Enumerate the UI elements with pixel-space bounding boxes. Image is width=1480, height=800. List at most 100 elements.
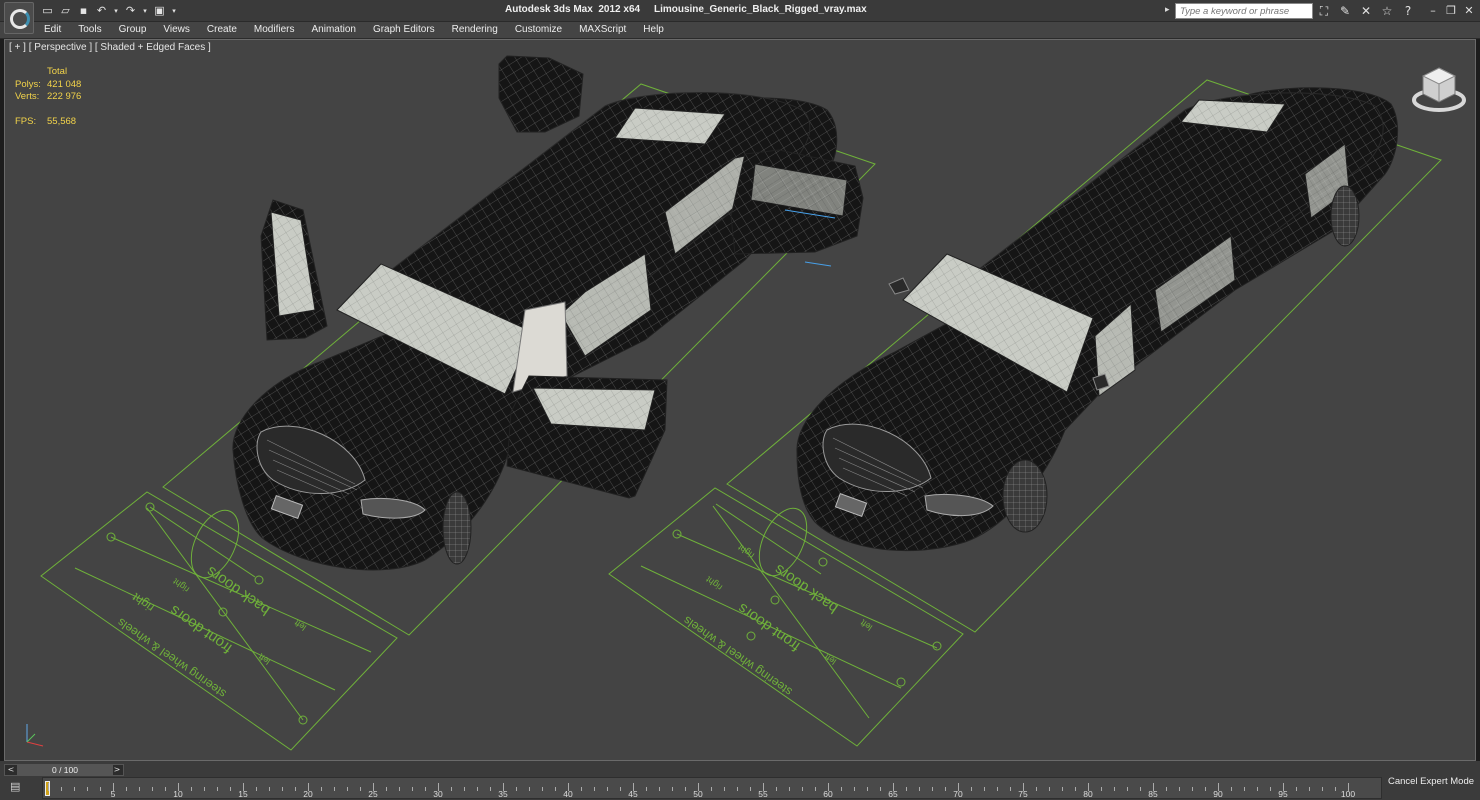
restore-icon[interactable]: ❐ xyxy=(1444,2,1458,18)
undo-icon[interactable]: ↶ xyxy=(94,3,109,18)
label-left-4: left xyxy=(822,651,838,666)
subscription-icon[interactable]: ✎ xyxy=(1337,3,1353,19)
ruler-tick-label: 65 xyxy=(888,789,898,799)
ruler-tick xyxy=(74,787,75,791)
curve-editor-icon[interactable]: ▤ xyxy=(10,780,28,796)
scene-canvas[interactable]: right back doors right front doors left … xyxy=(5,40,1476,761)
time-next-button[interactable]: > xyxy=(111,765,123,775)
help-icon[interactable]: ? xyxy=(1400,3,1416,19)
close-icon[interactable]: ✕ xyxy=(1462,2,1476,18)
menu-animation[interactable]: Animation xyxy=(305,22,361,38)
ruler-tick xyxy=(295,787,296,791)
search-input[interactable]: Type a keyword or phrase xyxy=(1175,3,1313,19)
search-expand-icon[interactable]: ▸ xyxy=(1165,5,1170,15)
time-prev-button[interactable]: < xyxy=(5,765,17,775)
ruler-tick xyxy=(802,787,803,791)
menu-maxscript[interactable]: MAXScript xyxy=(573,22,632,38)
ruler-tick xyxy=(269,787,270,791)
viewport-label-menu[interactable]: [ + ] [ Perspective ] [ Shaded + Edged F… xyxy=(9,42,211,53)
menu-graph-editors[interactable]: Graph Editors xyxy=(367,22,441,38)
ruler-tick xyxy=(1166,787,1167,791)
ruler-tick-label: 15 xyxy=(238,789,248,799)
rig-labels-left: right back doors right front doors left … xyxy=(115,563,308,701)
ruler-tick xyxy=(126,787,127,791)
stats-total-label: Total xyxy=(47,66,68,77)
label-back-doors-right: back doors xyxy=(771,561,841,617)
ruler-tick xyxy=(815,787,816,791)
perspective-viewport[interactable]: right back doors right front doors left … xyxy=(4,39,1476,761)
ruler-tick xyxy=(1192,787,1193,791)
ruler-tick xyxy=(984,787,985,791)
rig-labels-right: right back doors right front doors left … xyxy=(681,542,874,699)
ruler-tick xyxy=(607,787,608,791)
ruler-tick xyxy=(1114,787,1115,791)
new-file-icon[interactable]: ▭ xyxy=(40,3,55,18)
menu-group[interactable]: Group xyxy=(113,22,153,38)
viewcube-icon[interactable] xyxy=(1411,64,1467,114)
ruler-tick xyxy=(646,787,647,791)
track-bar[interactable]: 5 10 15 20 25 30 35 40 45 50 55 60 65 70 75 80 85 90 95 100 xyxy=(42,777,1382,799)
ruler-tick xyxy=(724,787,725,791)
undo-dropdown-icon[interactable]: ▾ xyxy=(112,3,120,18)
application-button[interactable] xyxy=(4,2,34,34)
ruler-tick-label: 90 xyxy=(1213,789,1223,799)
ruler-tick xyxy=(451,787,452,791)
redo-dropdown-icon[interactable]: ▾ xyxy=(141,3,149,18)
label-front-doors-left: front doors xyxy=(167,602,235,657)
ruler-tick xyxy=(1140,787,1141,791)
menu-modifiers[interactable]: Modifiers xyxy=(248,22,301,38)
ruler-tick xyxy=(1231,787,1232,791)
ruler-tick xyxy=(529,787,530,791)
favorites-star-icon[interactable]: ☆ xyxy=(1379,3,1395,19)
project-folder-icon[interactable]: ▣ xyxy=(152,3,167,18)
ruler-tick xyxy=(685,787,686,791)
label-back-doors-left: back doors xyxy=(203,563,273,619)
ruler-tick-label: 35 xyxy=(498,789,508,799)
ruler-tick xyxy=(672,787,673,791)
stats-verts-value: 222 976 xyxy=(47,91,82,102)
window-controls: – ❐ ✕ xyxy=(1426,2,1476,18)
ruler-tick-label: 60 xyxy=(823,789,833,799)
menu-customize[interactable]: Customize xyxy=(509,22,568,38)
ruler-tick xyxy=(1335,787,1336,791)
menu-tools[interactable]: Tools xyxy=(72,22,107,38)
time-slider-handle[interactable]: 0 / 100 xyxy=(17,765,113,775)
time-slider[interactable]: < 0 / 100 > xyxy=(4,764,124,776)
infocenter-toolbar: ⛶ ✎ ✕ ☆ ? xyxy=(1316,3,1416,19)
communication-center-icon[interactable]: ✕ xyxy=(1358,3,1374,19)
menu-edit[interactable]: Edit xyxy=(38,22,67,38)
axis-tripod-icon xyxy=(26,724,44,747)
menu-rendering[interactable]: Rendering xyxy=(446,22,504,38)
stats-verts-label: Verts: xyxy=(15,91,40,102)
ruler-tick xyxy=(87,787,88,791)
minimize-icon[interactable]: – xyxy=(1426,2,1440,18)
ruler-tick xyxy=(360,787,361,791)
ruler-tick xyxy=(711,787,712,791)
ruler-tick xyxy=(854,787,855,791)
menu-views[interactable]: Views xyxy=(157,22,196,38)
ruler-tick xyxy=(750,787,751,791)
ruler-tick-label: 40 xyxy=(563,789,573,799)
open-file-icon[interactable]: ▱ xyxy=(58,3,73,18)
customize-toolbar-icon[interactable]: ▾ xyxy=(170,3,178,18)
menu-create[interactable]: Create xyxy=(201,22,243,38)
ruler-tick xyxy=(906,787,907,791)
title-bar: ▭ ▱ ▪ ↶ ▾ ↷ ▾ ▣ ▾ Autodesk 3ds Max 2012 … xyxy=(0,0,1480,34)
menu-help[interactable]: Help xyxy=(637,22,670,38)
binoculars-icon[interactable]: ⛶ xyxy=(1316,3,1332,19)
ruler-tick-label: 100 xyxy=(1340,789,1356,799)
ruler-tick xyxy=(139,787,140,791)
ruler-tick xyxy=(399,787,400,791)
save-file-icon[interactable]: ▪ xyxy=(76,3,91,18)
redo-icon[interactable]: ↷ xyxy=(123,3,138,18)
ruler-tick xyxy=(841,787,842,791)
statistics-overlay: Total Polys: 421 048 Verts: 222 976 FPS: 55… xyxy=(15,66,107,129)
ruler-tick xyxy=(191,787,192,791)
window-title: Autodesk 3ds Max 2012 x64 Limousine_Gene… xyxy=(505,4,867,15)
limousine-open-doors[interactable]: right back doors right front doors left … xyxy=(40,55,876,751)
ruler-tick-label: 10 xyxy=(173,789,183,799)
ruler-tick xyxy=(659,787,660,791)
cancel-expert-mode-button[interactable]: Cancel Expert Mode xyxy=(1386,771,1476,793)
ruler-tick xyxy=(48,783,49,791)
ruler-tick xyxy=(1244,787,1245,791)
